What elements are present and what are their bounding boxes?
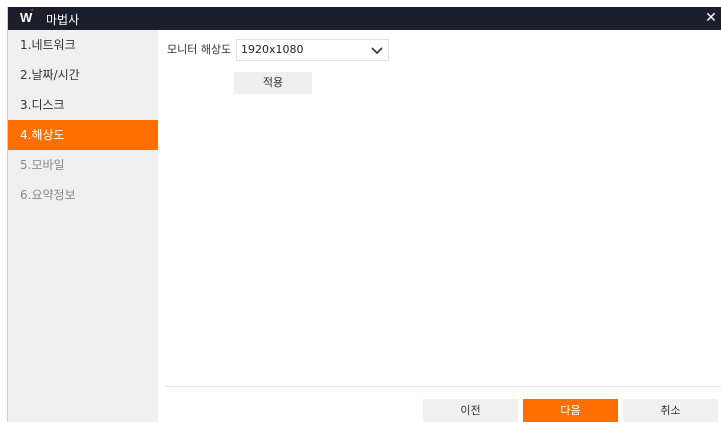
previous-button[interactable]: 이전 bbox=[423, 399, 518, 422]
sidebar-item-summary[interactable]: 6.요약정보 bbox=[8, 180, 158, 210]
resolution-select[interactable]: 1920x1080 bbox=[236, 39, 389, 61]
next-button[interactable]: 다음 bbox=[523, 399, 618, 422]
resolution-panel: 모니터 해상도 1920x1080 적용 이전 다음 취소 bbox=[158, 30, 721, 422]
monitor-resolution-label: 모니터 해상도 bbox=[167, 43, 232, 56]
wizard-window: W' 마법사 ✕ 1.네트워크 2.날짜/시간 3.디스크 4.해상도 5.모바… bbox=[7, 7, 721, 422]
app-logo: W' bbox=[20, 9, 33, 25]
resolution-select-value: 1920x1080 bbox=[241, 43, 304, 56]
wizard-steps-sidebar: 1.네트워크 2.날짜/시간 3.디스크 4.해상도 5.모바일 6.요약정보 bbox=[8, 30, 158, 422]
title-bar: W' 마법사 ✕ bbox=[8, 7, 721, 30]
window-title: 마법사 bbox=[46, 13, 80, 27]
sidebar-item-date-time[interactable]: 2.날짜/시간 bbox=[8, 60, 158, 90]
chevron-down-icon bbox=[366, 40, 388, 60]
sidebar-item-resolution[interactable]: 4.해상도 bbox=[8, 120, 158, 150]
close-icon[interactable]: ✕ bbox=[703, 9, 719, 27]
footer-divider bbox=[165, 386, 721, 387]
sidebar-item-mobile[interactable]: 5.모바일 bbox=[8, 150, 158, 180]
cancel-button[interactable]: 취소 bbox=[623, 399, 718, 422]
sidebar-item-network[interactable]: 1.네트워크 bbox=[8, 30, 158, 60]
sidebar-item-disk[interactable]: 3.디스크 bbox=[8, 90, 158, 120]
apply-button[interactable]: 적용 bbox=[234, 72, 312, 94]
